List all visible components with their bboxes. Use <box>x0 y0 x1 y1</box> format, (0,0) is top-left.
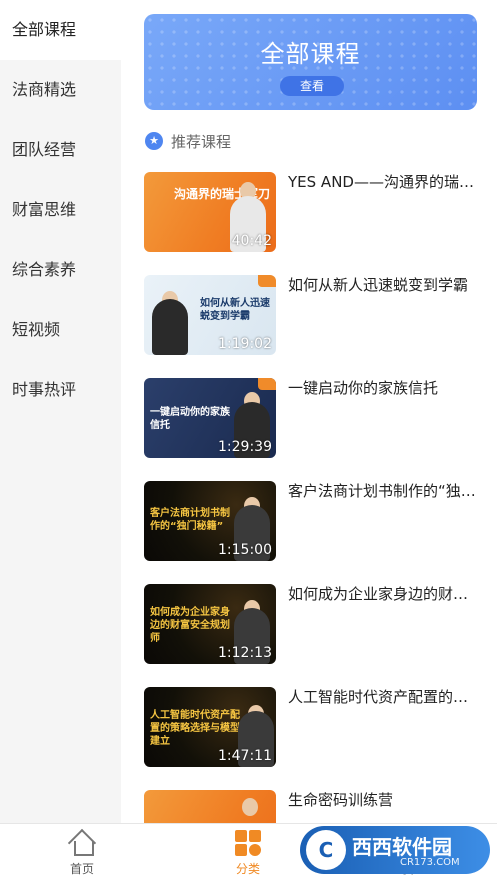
thumb-caption: 人工智能时代资产配置的策略选择与模型建立 <box>150 710 240 747</box>
course-item[interactable]: 生命密码训练营 <box>144 790 484 823</box>
thumb-caption: 一键启动你的家族信托 <box>150 407 230 431</box>
star-badge-icon: ★ <box>145 132 163 150</box>
course-title[interactable]: 人工智能时代资产配置的策略选择与模型建立 <box>288 687 478 707</box>
duration-label: 1:47:11 <box>218 748 272 764</box>
course-thumbnail[interactable]: 如何从新人迅速蜕变到学霸 1:19:02 <box>144 275 276 355</box>
course-item[interactable]: 沟通界的瑞士军刀 40:42 YES AND——沟通界的瑞士军刀 <box>144 172 484 252</box>
new-tag <box>258 378 276 390</box>
new-tag <box>258 275 276 287</box>
sidebar-item-literacy[interactable]: 综合素养 <box>0 240 121 300</box>
course-item[interactable]: 一键启动你的家族信托 1:29:39 一键启动你的家族信托 <box>144 378 484 458</box>
tab-label: 分类 <box>235 862 260 876</box>
course-title[interactable]: 如何成为企业家身边的财富安全规划师 <box>288 584 478 604</box>
sidebar-item-all-courses[interactable]: 全部课程 <box>0 0 121 60</box>
course-title[interactable]: 一键启动你的家族信托 <box>288 378 478 398</box>
home-icon <box>69 830 95 856</box>
speaker-face <box>242 798 258 816</box>
sidebar-item-team[interactable]: 团队经营 <box>0 120 121 180</box>
tab-home[interactable]: 首页 <box>42 830 122 877</box>
course-item[interactable]: 人工智能时代资产配置的策略选择与模型建立 1:47:11 人工智能时代资产配置的… <box>144 687 484 767</box>
sidebar-item-wealth[interactable]: 财富思维 <box>0 180 121 240</box>
course-thumbnail[interactable]: 人工智能时代资产配置的策略选择与模型建立 1:47:11 <box>144 687 276 767</box>
section-label: 推荐课程 <box>171 132 232 151</box>
course-thumbnail[interactable]: 客户法商计划书制作的“独门秘籍” 1:15:00 <box>144 481 276 561</box>
duration-label: 1:15:00 <box>218 542 272 558</box>
course-title[interactable]: 如何从新人迅速蜕变到学霸 <box>288 275 478 295</box>
site-watermark: C 西西软件园 CR173.COM <box>300 826 490 874</box>
course-title[interactable]: 生命密码训练营 <box>288 790 478 810</box>
course-thumbnail[interactable]: 一键启动你的家族信托 1:29:39 <box>144 378 276 458</box>
course-thumbnail[interactable]: 如何成为企业家身边的财富安全规划师 1:12:13 <box>144 584 276 664</box>
watermark-logo-icon: C <box>306 830 346 870</box>
sidebar-item-current-affairs[interactable]: 时事热评 <box>0 360 121 420</box>
speaker-figure <box>152 299 188 355</box>
course-thumbnail[interactable]: 沟通界的瑞士军刀 40:42 <box>144 172 276 252</box>
banner-title: 全部课程 <box>260 40 361 68</box>
watermark-sub: CR173.COM <box>400 857 460 868</box>
tab-label: 首页 <box>69 862 94 876</box>
course-thumbnail[interactable] <box>144 790 276 823</box>
duration-label: 1:12:13 <box>218 645 272 661</box>
course-item[interactable]: 客户法商计划书制作的“独门秘籍” 1:15:00 客户法商计划书制作的“独门秘籍… <box>144 481 484 561</box>
view-button[interactable]: 查看 <box>280 76 344 96</box>
sidebar-item-short-video[interactable]: 短视频 <box>0 300 121 360</box>
category-sidebar: 全部课程 法商精选 团队经营 财富思维 综合素养 短视频 时事热评 <box>0 0 121 823</box>
duration-label: 40:42 <box>231 233 272 249</box>
all-courses-banner[interactable]: 全部课程 查看 <box>144 14 477 110</box>
main-content: 全部课程 查看 ★ 推荐课程 沟通界的瑞士军刀 40:42 YES AND——沟… <box>121 0 497 823</box>
watermark-brand: 西西软件园 <box>352 835 452 859</box>
course-title[interactable]: YES AND——沟通界的瑞士军刀 <box>288 172 478 192</box>
category-grid-icon <box>235 830 261 856</box>
course-item[interactable]: 如何成为企业家身边的财富安全规划师 1:12:13 如何成为企业家身边的财富安全… <box>144 584 484 664</box>
thumb-caption: 客户法商计划书制作的“独门秘籍” <box>150 508 230 532</box>
tab-category[interactable]: 分类 <box>208 830 288 877</box>
sidebar-item-law-business[interactable]: 法商精选 <box>0 60 121 120</box>
thumb-caption: 如何从新人迅速蜕变到学霸 <box>200 298 270 322</box>
course-title[interactable]: 客户法商计划书制作的“独门秘籍” <box>288 481 478 501</box>
duration-label: 1:19:02 <box>218 336 272 352</box>
recommended-section-header: ★ 推荐课程 <box>145 130 231 152</box>
course-item[interactable]: 如何从新人迅速蜕变到学霸 1:19:02 如何从新人迅速蜕变到学霸 <box>144 275 484 355</box>
thumb-caption: 如何成为企业家身边的财富安全规划师 <box>150 607 230 644</box>
duration-label: 1:29:39 <box>218 439 272 455</box>
